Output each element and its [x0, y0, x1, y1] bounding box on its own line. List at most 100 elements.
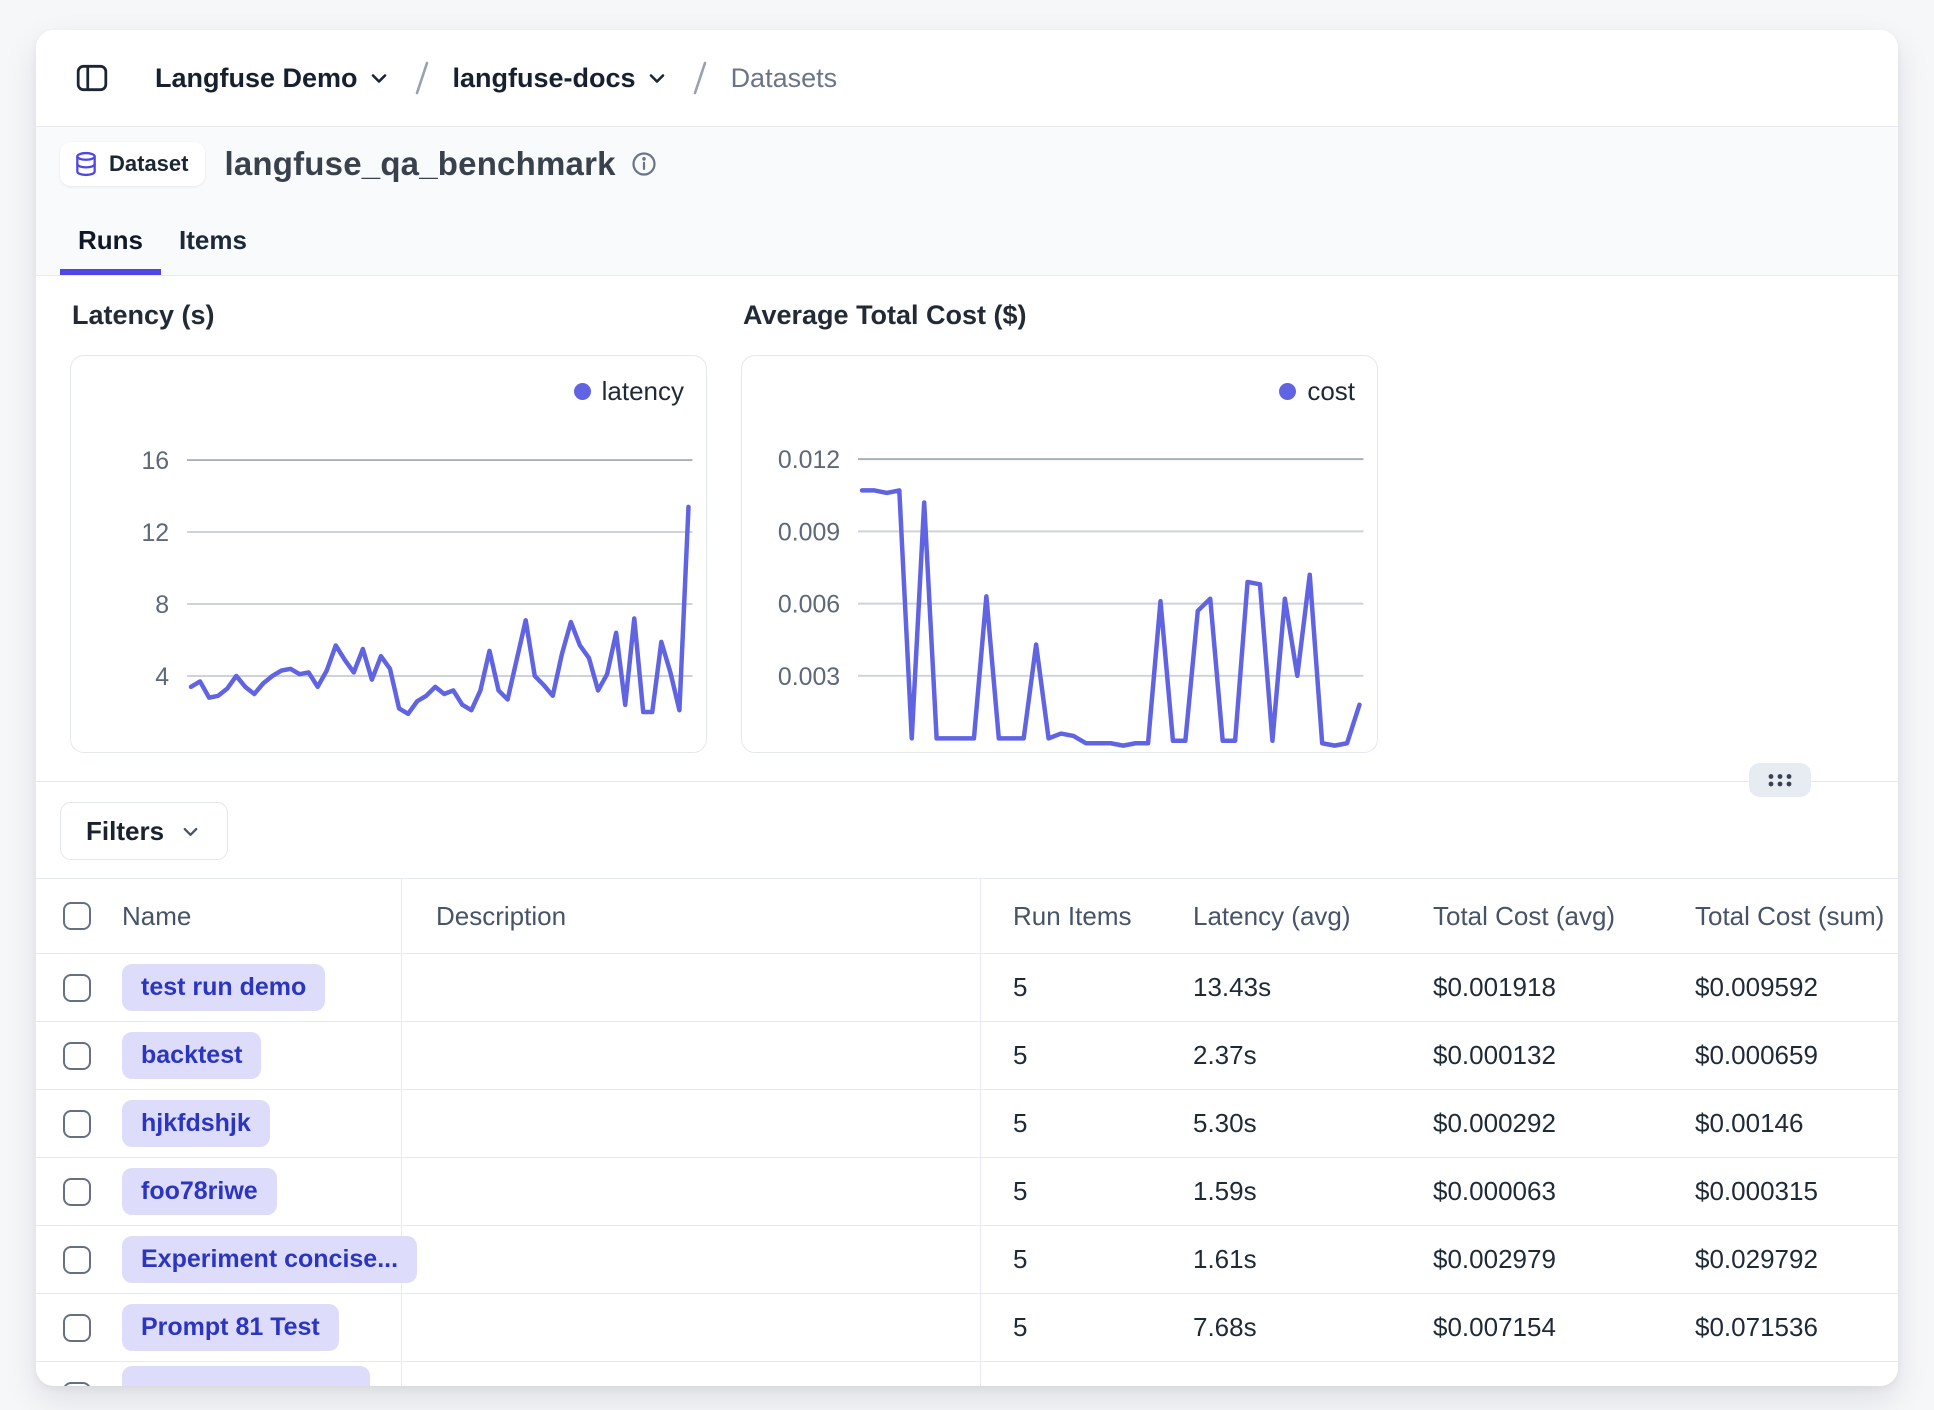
run-description-cell: [402, 1226, 981, 1293]
row-checkbox[interactable]: [63, 1246, 91, 1274]
table-row[interactable]: Experiment concise... 51.61s$0.002979$0.0…: [36, 1226, 1898, 1294]
table-row[interactable]: [36, 1362, 1898, 1386]
section-resize-handle[interactable]: [1749, 763, 1811, 797]
run-name-badge[interactable]: Experiment concise...: [122, 1236, 417, 1283]
total-cost-avg-cell: $0.007154: [1433, 1294, 1695, 1361]
row-select-cell: [36, 1362, 122, 1386]
latency-avg-cell: 1.59s: [1193, 1158, 1433, 1225]
latency-avg-cell: 5.30s: [1193, 1090, 1433, 1157]
row-select-cell: [36, 1090, 122, 1157]
row-checkbox[interactable]: [63, 1178, 91, 1206]
row-select-cell: [36, 954, 122, 1021]
run-name-cell: test run demo: [122, 954, 402, 1021]
column-header-latency-avg: Latency (avg): [1193, 879, 1433, 953]
cost-legend: cost: [1279, 376, 1355, 407]
run-name-cell: [122, 1362, 402, 1386]
row-checkbox[interactable]: [63, 1382, 91, 1387]
run-name-badge[interactable]: hjkfdshjk: [122, 1100, 270, 1147]
column-header-name: Name: [122, 879, 402, 953]
run-description-cell: [402, 1022, 981, 1089]
svg-text:8: 8: [155, 591, 169, 619]
latency-avg-cell: [1193, 1362, 1433, 1386]
sidebar-toggle-icon[interactable]: [75, 61, 109, 95]
breadcrumb-page: Datasets: [731, 63, 838, 94]
filters-button[interactable]: Filters: [60, 802, 228, 860]
run-description-cell: [402, 1294, 981, 1361]
cost-chart-title: Average Total Cost ($): [743, 300, 1378, 331]
breadcrumb-page-label: Datasets: [731, 63, 838, 94]
total-cost-sum-cell: $0.00146: [1695, 1090, 1898, 1157]
breadcrumb-separator: [688, 58, 712, 98]
svg-text:0.006: 0.006: [778, 591, 840, 619]
run-description-cell: [402, 1362, 981, 1386]
breadcrumb-separator: [410, 58, 434, 98]
table-row[interactable]: Prompt 81 Test57.68s$0.007154$0.071536: [36, 1294, 1898, 1362]
total-cost-sum-cell: [1695, 1362, 1898, 1386]
chevron-down-icon: [367, 66, 391, 90]
total-cost-avg-cell: [1433, 1362, 1695, 1386]
row-checkbox[interactable]: [63, 1110, 91, 1138]
latency-chart: 481216 latency: [70, 355, 707, 753]
total-cost-sum-cell: $0.029792: [1695, 1226, 1898, 1293]
table-body: test run demo513.43s$0.001918$0.009592ba…: [36, 954, 1898, 1386]
run-items-cell: 5: [981, 1090, 1193, 1157]
page-title: langfuse_qa_benchmark: [224, 145, 615, 183]
legend-label: latency: [602, 376, 684, 407]
run-name-badge[interactable]: foo78riwe: [122, 1168, 277, 1215]
row-select-cell: [36, 1294, 122, 1361]
run-name-cell: foo78riwe: [122, 1158, 402, 1225]
chevron-down-icon: [645, 66, 669, 90]
run-items-cell: 5: [981, 1226, 1193, 1293]
total-cost-sum-cell: $0.000659: [1695, 1022, 1898, 1089]
database-icon: [73, 151, 99, 177]
run-name-badge[interactable]: [122, 1366, 370, 1387]
breadcrumb-project[interactable]: langfuse-docs: [453, 63, 669, 94]
svg-text:0.012: 0.012: [778, 446, 840, 474]
tab-items[interactable]: Items: [161, 225, 265, 275]
total-cost-avg-cell: $0.002979: [1433, 1226, 1695, 1293]
grip-dots-icon: [1765, 771, 1795, 789]
dataset-header: Dataset langfuse_qa_benchmark Runs Items: [36, 127, 1898, 276]
run-description-cell: [402, 1090, 981, 1157]
run-name-cell: Experiment concise...: [122, 1226, 402, 1293]
run-name-cell: backtest: [122, 1022, 402, 1089]
table-row[interactable]: test run demo513.43s$0.001918$0.009592: [36, 954, 1898, 1022]
run-name-badge[interactable]: test run demo: [122, 964, 325, 1011]
latency-chart-canvas: 481216: [71, 356, 706, 752]
tab-runs[interactable]: Runs: [60, 225, 161, 275]
row-checkbox[interactable]: [63, 1314, 91, 1342]
run-name-badge[interactable]: Prompt 81 Test: [122, 1304, 339, 1351]
svg-text:0.009: 0.009: [778, 518, 840, 546]
column-header-run-items: Run Items: [981, 879, 1193, 953]
charts-section: Latency (s) 481216 latency Average Total…: [36, 276, 1898, 782]
run-items-cell: 5: [981, 1022, 1193, 1089]
main-card: Langfuse Demo langfuse-docs Datasets: [36, 30, 1898, 1386]
dataset-badge: Dataset: [60, 142, 205, 186]
latency-legend: latency: [574, 376, 684, 407]
total-cost-avg-cell: $0.000132: [1433, 1022, 1695, 1089]
table-row[interactable]: foo78riwe51.59s$0.000063$0.000315: [36, 1158, 1898, 1226]
info-icon[interactable]: [630, 150, 658, 178]
filters-row: Filters: [36, 782, 1898, 878]
latency-avg-cell: 1.61s: [1193, 1226, 1433, 1293]
legend-dot-icon: [574, 383, 591, 400]
cost-chart: 0.003 0.006 0.009 0.012 cost: [741, 355, 1378, 753]
run-items-cell: 5: [981, 1294, 1193, 1361]
cost-chart-canvas: 0.003 0.006 0.009 0.012: [742, 356, 1377, 752]
total-cost-sum-cell: $0.000315: [1695, 1158, 1898, 1225]
run-name-cell: Prompt 81 Test: [122, 1294, 402, 1361]
run-name-cell: hjkfdshjk: [122, 1090, 402, 1157]
run-items-cell: 5: [981, 954, 1193, 1021]
row-checkbox[interactable]: [63, 1042, 91, 1070]
run-name-badge[interactable]: backtest: [122, 1032, 261, 1079]
total-cost-sum-cell: $0.009592: [1695, 954, 1898, 1021]
svg-text:0.003: 0.003: [778, 663, 840, 691]
table-row[interactable]: backtest52.37s$0.000132$0.000659: [36, 1022, 1898, 1090]
table-row[interactable]: hjkfdshjk55.30s$0.000292$0.00146: [36, 1090, 1898, 1158]
run-description-cell: [402, 1158, 981, 1225]
select-all-checkbox[interactable]: [63, 902, 91, 930]
legend-label: cost: [1307, 376, 1355, 407]
row-checkbox[interactable]: [63, 974, 91, 1002]
breadcrumb-org[interactable]: Langfuse Demo: [155, 63, 391, 94]
runs-table: Name Description Run Items Latency (avg)…: [36, 878, 1898, 1386]
